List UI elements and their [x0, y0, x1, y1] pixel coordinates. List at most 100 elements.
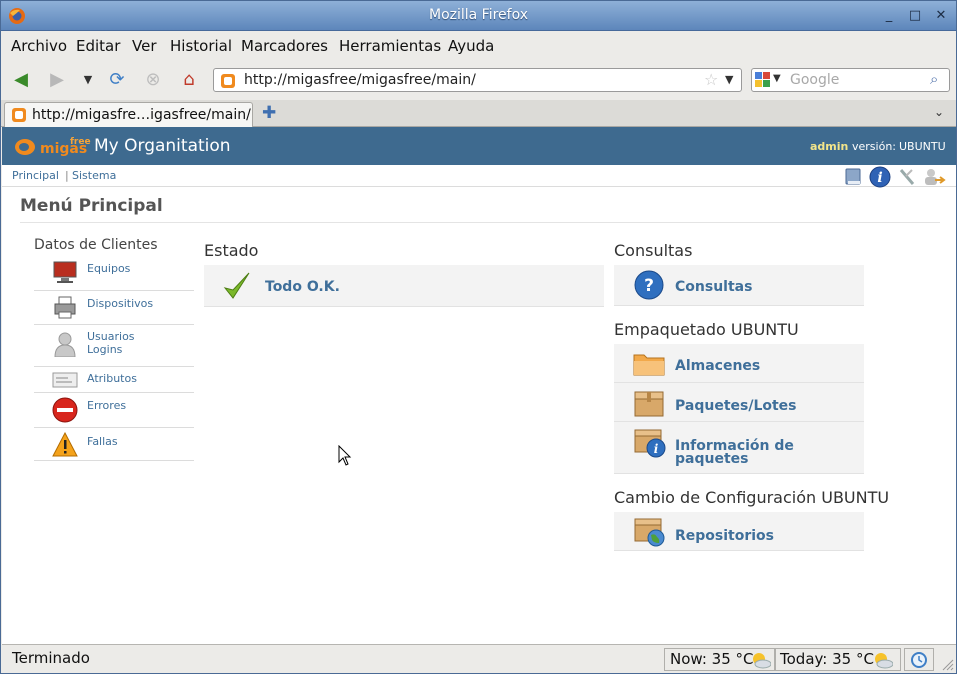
estado-ok-item[interactable]: Todo O.K. — [204, 265, 604, 307]
menu-archivo[interactable]: Archivo — [11, 37, 67, 55]
question-icon: ? — [634, 270, 664, 300]
migasfree-logo-icon — [15, 139, 35, 155]
breadcrumb: Principal | Sistema i — [2, 165, 956, 188]
almacenes-label: Almacenes — [675, 358, 761, 374]
google-icon[interactable] — [755, 72, 771, 88]
sidebar-item-label: Errores — [87, 399, 127, 412]
forecast-clock[interactable] — [904, 648, 934, 671]
repositorios-item[interactable]: Repositorios — [614, 512, 864, 551]
organization-name: My Organitation — [94, 136, 231, 156]
sidebar-item-label: Equipos — [87, 262, 131, 275]
informacion-paquetes-item[interactable]: i Información de paquetes — [614, 422, 864, 474]
sidebar-item-usuarios[interactable]: Usuarios Logins — [34, 325, 194, 367]
current-user[interactable]: admin — [810, 140, 848, 153]
weather-now-text: Now: 35 °C — [670, 650, 754, 668]
resize-grip-icon[interactable] — [940, 657, 954, 671]
browser-window: Mozilla Firefox _ □ ✕ Archivo Editar Ver… — [0, 0, 957, 674]
sidebar-item-errores[interactable]: Errores — [34, 393, 194, 428]
logo-migas-text: migas — [40, 141, 88, 157]
search-placeholder: Google — [790, 72, 840, 88]
mouse-cursor-icon — [338, 445, 352, 466]
crumb-principal[interactable]: Principal — [12, 169, 59, 182]
close-button[interactable]: ✕ — [933, 8, 949, 24]
consultas-label: Consultas — [675, 279, 753, 295]
sidebar-item-label: Dispositivos — [87, 297, 154, 310]
menu-editar[interactable]: Editar — [76, 37, 120, 55]
svg-text:i: i — [877, 170, 882, 186]
tab-favicon-icon — [12, 108, 26, 122]
clock-icon — [911, 652, 927, 668]
sun-cloud-icon — [753, 653, 771, 669]
tab-list-chevron-icon[interactable]: ⌄ — [934, 105, 944, 119]
logout-user-icon[interactable] — [922, 167, 946, 187]
url-dropdown-icon[interactable]: ▼ — [725, 73, 733, 86]
warning-icon — [52, 432, 78, 457]
menu-historial[interactable]: Historial — [170, 37, 232, 55]
tools-icon[interactable] — [897, 167, 917, 187]
svg-text:?: ? — [644, 276, 654, 296]
computer-icon — [53, 261, 77, 283]
menu-ver[interactable]: Ver — [132, 37, 157, 55]
sidebar-item-dispositivos[interactable]: Dispositivos — [34, 291, 194, 325]
window-title: Mozilla Firefox — [428, 7, 529, 23]
page-content: free migas My Organitation admin versión… — [2, 127, 956, 644]
manual-book-icon[interactable] — [843, 167, 863, 187]
folder-icon — [633, 354, 665, 376]
info-icon[interactable]: i — [869, 166, 891, 188]
sidebar-item-fallas[interactable]: Fallas — [34, 428, 194, 461]
new-tab-plus-icon[interactable]: ✚ — [262, 103, 276, 123]
error-icon — [52, 397, 78, 423]
tab-migasfree[interactable]: http://migasfre…igasfree/main/ — [4, 102, 253, 127]
minimize-button[interactable]: _ — [881, 8, 897, 24]
sidebar-item-label-2: Logins — [87, 343, 123, 356]
consultas-item[interactable]: ? Consultas — [614, 265, 864, 306]
home-icon[interactable]: ⌂ — [178, 69, 200, 91]
estado-ok-label: Todo O.K. — [265, 279, 340, 295]
back-arrow-icon[interactable]: ◀ — [10, 69, 32, 91]
search-icon[interactable]: ⌕ — [930, 70, 938, 88]
address-bar[interactable]: http://migasfree/migasfree/main/ ☆ ▼ — [213, 68, 742, 92]
empaquetado-title: Empaquetado UBUNTU — [614, 320, 799, 339]
bookmark-star-icon[interactable]: ☆ — [704, 70, 718, 89]
engine-dropdown-icon[interactable]: ▼ — [773, 73, 781, 84]
package-box-icon — [634, 391, 664, 417]
repository-globe-icon — [634, 518, 665, 547]
history-dropdown-icon[interactable]: ▼ — [77, 69, 99, 91]
estado-title: Estado — [204, 241, 259, 260]
package-info-icon: i — [634, 429, 666, 458]
consultas-title: Consultas — [614, 241, 693, 260]
version-value: UBUNTU — [899, 140, 946, 153]
weather-today-text: Today: 35 °C — [780, 650, 874, 668]
page-title: Menú Principal — [20, 196, 163, 216]
stop-icon[interactable]: ⊗ — [142, 69, 164, 91]
sun-cloud-icon — [875, 653, 893, 669]
version-label: versión: — [852, 140, 896, 153]
maximize-button[interactable]: □ — [907, 8, 923, 24]
status-text: Terminado — [12, 649, 90, 667]
forward-arrow-icon[interactable]: ▶ — [46, 69, 68, 91]
almacenes-item[interactable]: Almacenes — [614, 344, 864, 383]
menu-ayuda[interactable]: Ayuda — [448, 37, 494, 55]
reload-icon[interactable]: ⟳ — [106, 69, 128, 91]
app-header: free migas My Organitation admin versión… — [2, 127, 956, 165]
title-divider — [20, 222, 940, 223]
checkmark-icon — [223, 272, 250, 299]
repositorios-label: Repositorios — [675, 528, 775, 544]
menu-marcadores[interactable]: Marcadores — [241, 37, 328, 55]
menu-herramientas[interactable]: Herramientas — [339, 37, 441, 55]
weather-now[interactable]: Now: 35 °C — [664, 648, 775, 671]
title-bar: Mozilla Firefox _ □ ✕ — [1, 1, 956, 31]
menu-bar: Archivo Editar Ver Historial Marcadores … — [1, 32, 956, 60]
sidebar-item-label: Atributos — [87, 372, 137, 385]
sidebar-item-equipos[interactable]: Equipos — [34, 255, 194, 291]
svg-text:i: i — [654, 442, 659, 456]
sidebar-item-atributos[interactable]: Atributos — [34, 367, 194, 393]
tab-bar: http://migasfre…igasfree/main/ ✚ ⌄ — [1, 100, 956, 127]
site-favicon-icon — [221, 74, 235, 88]
cambio-title: Cambio de Configuración UBUNTU — [614, 488, 890, 507]
crumb-sistema[interactable]: Sistema — [72, 169, 116, 182]
weather-today[interactable]: Today: 35 °C — [775, 648, 901, 671]
status-bar: Terminado Now: 35 °C Today: 35 °C — [2, 644, 956, 673]
paquetes-item[interactable]: Paquetes/Lotes — [614, 383, 864, 422]
search-bar[interactable]: ▼ Google ⌕ — [751, 68, 950, 92]
